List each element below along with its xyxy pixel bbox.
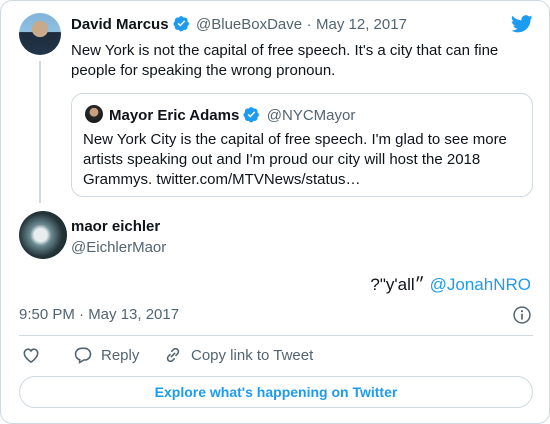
reply-label: Reply xyxy=(101,346,140,364)
author-name[interactable]: David Marcus xyxy=(71,16,169,33)
mention-link[interactable]: @JonahNRO xyxy=(430,275,531,294)
tweet-header: David Marcus @BlueBoxDave · May 12, 2017 xyxy=(71,15,407,34)
quoted-author-handle: @NYCMayor xyxy=(266,107,356,124)
reply-text: ?"y'all״ @JonahNRO xyxy=(370,275,531,295)
author-handle[interactable]: @BlueBoxDave xyxy=(196,16,302,33)
reply-timestamp[interactable]: 9:50 PM · May 13, 2017 xyxy=(19,306,179,323)
quoted-tweet-text: New York City is the capital of free spe… xyxy=(83,131,507,188)
tweet-date[interactable]: May 12, 2017 xyxy=(316,16,407,33)
avatar-david-marcus[interactable] xyxy=(19,13,61,55)
verified-badge-icon xyxy=(173,16,189,32)
thread-connector-line xyxy=(39,61,41,203)
copy-link-button[interactable]: Copy link to Tweet xyxy=(163,345,313,365)
reply-author-handle[interactable]: @EichlerMaor xyxy=(71,239,166,256)
reply-author-name[interactable]: maor eichler xyxy=(71,218,160,235)
link-icon xyxy=(166,347,180,363)
quoted-tweet[interactable]: Mayor Eric Adams @NYCMayor New York City… xyxy=(71,93,533,197)
copy-link-label: Copy link to Tweet xyxy=(191,346,314,364)
reply-button[interactable]: Reply xyxy=(73,345,139,365)
twitter-bird-icon[interactable] xyxy=(511,15,533,33)
quoted-author-name: Mayor Eric Adams xyxy=(109,107,240,124)
reply-icon xyxy=(74,347,92,364)
like-button[interactable] xyxy=(21,345,41,365)
info-icon[interactable] xyxy=(512,305,532,325)
avatar-maor-eichler[interactable] xyxy=(19,211,67,259)
separator-dot: · xyxy=(306,16,312,33)
reply-body: ?"y'all״ xyxy=(370,275,425,294)
quoted-tweet-header: Mayor Eric Adams @NYCMayor xyxy=(109,106,355,125)
avatar-mayor xyxy=(85,105,103,123)
divider xyxy=(19,335,533,336)
tweet-text: New York is not the capital of free spee… xyxy=(71,42,499,79)
explore-twitter-button[interactable]: Explore what's happening on Twitter xyxy=(19,376,533,408)
heart-icon xyxy=(23,348,39,364)
explore-label: Explore what's happening on Twitter xyxy=(154,384,398,400)
verified-badge-icon xyxy=(243,107,260,123)
embedded-tweet-card: David Marcus @BlueBoxDave · May 12, 2017… xyxy=(0,0,550,424)
